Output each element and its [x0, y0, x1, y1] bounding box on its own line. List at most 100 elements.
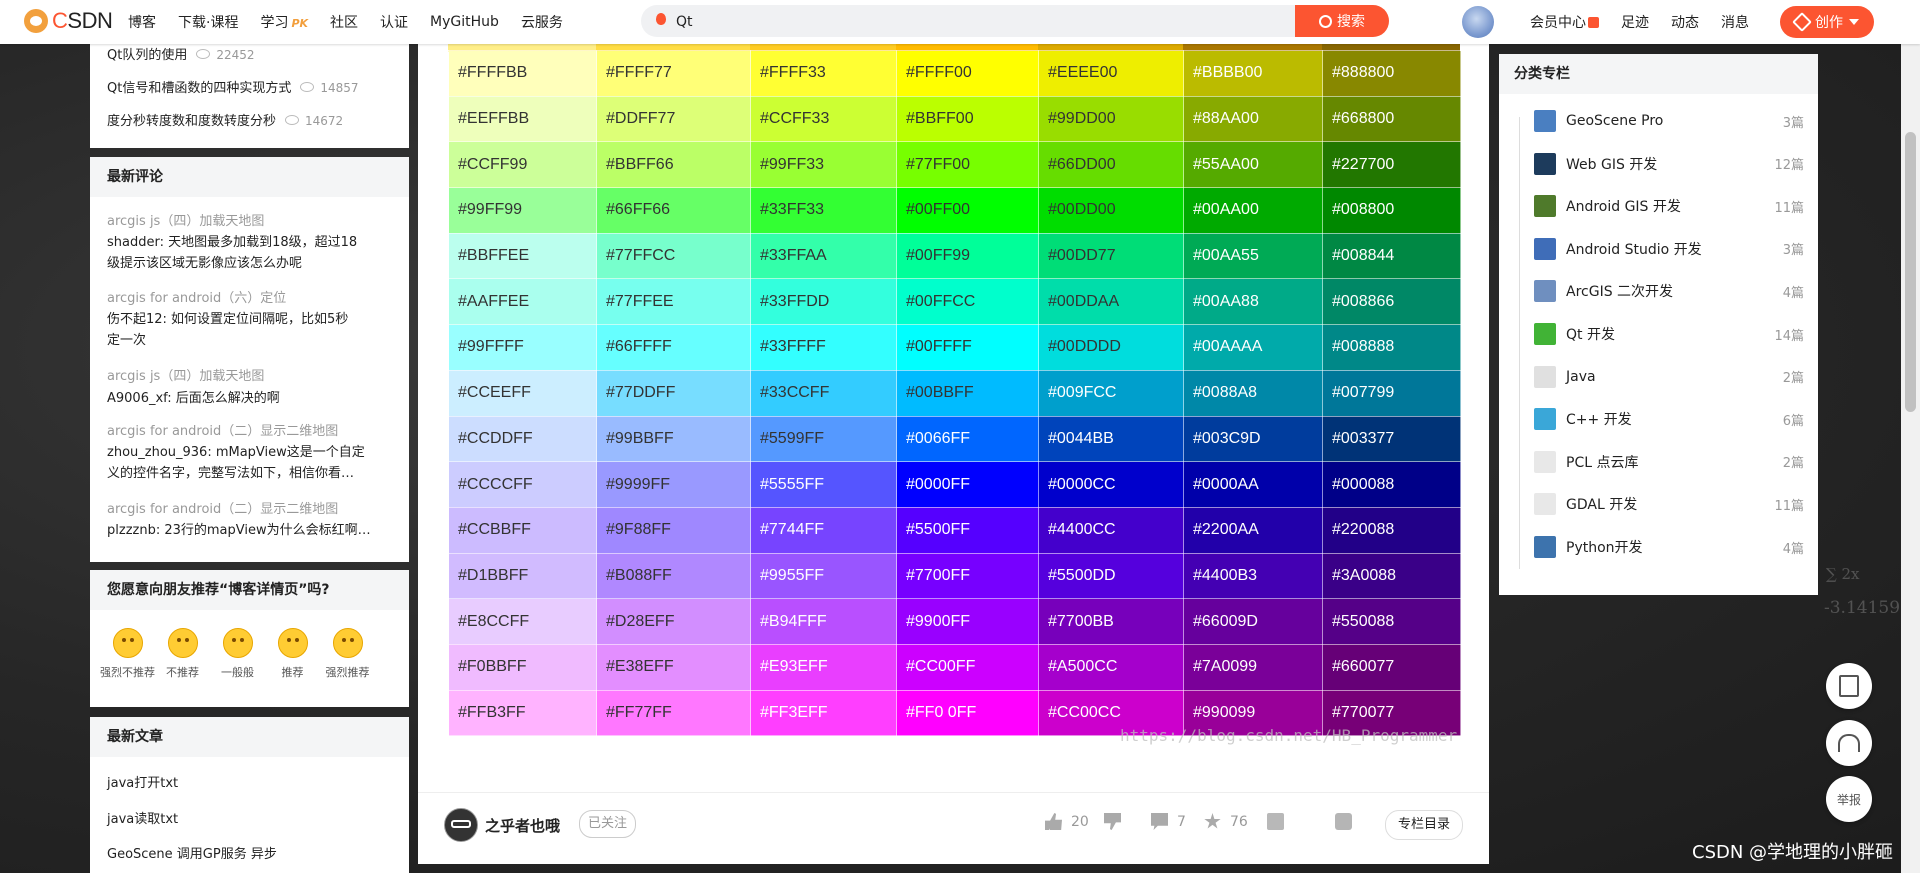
column-name: Android GIS 开发	[1566, 199, 1681, 216]
nav-download-course[interactable]: 下载·课程	[178, 12, 238, 32]
star-icon	[1204, 813, 1221, 829]
nav-learn[interactable]: 学习 PK	[260, 12, 308, 32]
author-name[interactable]: 之乎者也哦	[485, 815, 560, 836]
comment-button[interactable]: 7	[1151, 813, 1186, 830]
comment-article-link[interactable]: arcgis js（四）加载天地图	[107, 365, 387, 384]
column-item[interactable]: Android Studio 开发 3篇	[1534, 234, 1804, 264]
author-avatar[interactable]	[444, 808, 478, 842]
option-not-recommend[interactable]: 不推荐	[155, 628, 210, 680]
article-content: #FFFFBB #FFFF77 #FFFF33 #FFFF00 #EEEE00 #BBBB…	[418, 44, 1489, 864]
scrollbar-thumb[interactable]	[1905, 132, 1916, 412]
search-button[interactable]: 搜索	[1295, 5, 1389, 37]
like-button[interactable]: 20	[1045, 813, 1089, 830]
smile-face-icon	[277, 628, 308, 658]
comment-article-link[interactable]: arcgis for android（二）显示二维地图	[107, 420, 387, 439]
option-neutral[interactable]: 一般般	[210, 628, 265, 680]
color-swatch-cell: #00AAAA	[1183, 324, 1323, 371]
nav-certification[interactable]: 认证	[380, 12, 408, 32]
column-thumbnail-icon	[1534, 152, 1556, 175]
color-swatch-cell: #5555FF	[750, 461, 897, 508]
color-swatch-cell: #00AA00	[1183, 187, 1323, 234]
user-avatar[interactable]	[1462, 6, 1494, 38]
color-row: #BBFFEE #77FFCC #33FFAA #00FF99 #00DD77 #00AA…	[448, 232, 1461, 280]
pk-badge: PK	[291, 17, 309, 30]
nav-footprint[interactable]: 足迹	[1621, 12, 1649, 32]
comment-article-link[interactable]: arcgis for android（六）定位	[107, 287, 387, 306]
share-button[interactable]	[1335, 813, 1352, 830]
color-swatch-cell: #7744FF	[750, 506, 897, 554]
column-catalog-button[interactable]: 专栏目录	[1385, 810, 1463, 840]
column-item[interactable]: Java 2篇	[1534, 362, 1804, 392]
column-article-count: 11篇	[1774, 498, 1804, 514]
column-name: Web GIS 开发	[1566, 156, 1658, 173]
option-strongly-recommend[interactable]: 强烈推荐	[320, 628, 375, 680]
color-swatch-cell: #3A0088	[1322, 552, 1461, 600]
color-swatch-cell: #33FFDD	[750, 278, 897, 326]
column-item[interactable]: GDAL 开发 11篇	[1534, 489, 1804, 519]
color-swatch-cell: #CCDDFF	[448, 415, 597, 463]
color-swatch-cell: #CCEEFF	[448, 369, 597, 417]
hot-article-item[interactable]: Qt队列的使用 22452	[107, 44, 255, 63]
page-scrollbar[interactable]	[1901, 44, 1920, 873]
nav-messages[interactable]: 消息	[1721, 12, 1749, 32]
hot-article-item[interactable]: Qt信号和槽函数的四种实现方式 14857	[107, 77, 359, 96]
color-swatch-cell: #33FF33	[750, 187, 897, 234]
column-thumbnail-icon	[1534, 323, 1556, 345]
color-swatch-cell: #FF77FF	[596, 689, 751, 737]
nav-community[interactable]: 社区	[330, 12, 358, 32]
column-item[interactable]: Web GIS 开发 12篇	[1534, 149, 1804, 179]
follow-button[interactable]: 已关注	[579, 810, 637, 838]
comment-text: A9006_xf: 后面怎么解决的啊	[107, 391, 280, 406]
color-swatch-cell: #227700	[1322, 141, 1461, 189]
color-swatch-cell: #EEEE00	[1038, 50, 1184, 97]
color-swatch-cell: #99DD00	[1038, 95, 1184, 143]
comment-article-link[interactable]: arcgis for android（二）显示二维地图	[107, 498, 387, 517]
column-item[interactable]: C++ 开发 6篇	[1534, 404, 1804, 434]
column-name: GeoScene Pro	[1566, 113, 1664, 129]
hot-article-item[interactable]: 度分秒转度数和度数转度分秒 14672	[107, 110, 343, 129]
column-thumbnail-icon	[1534, 280, 1556, 303]
column-item[interactable]: GeoScene Pro 3篇	[1534, 106, 1804, 136]
favorite-button[interactable]: 76	[1204, 813, 1248, 830]
create-label: 创作	[1815, 15, 1843, 31]
color-swatch-cell: #FFB3FF	[448, 689, 597, 737]
latest-article-link[interactable]: GeoScene 调用GP服务 异步	[107, 843, 277, 862]
nav-cloud-service[interactable]: 云服务	[521, 12, 563, 32]
nav-vip-center[interactable]: 会员中心	[1530, 12, 1599, 32]
laugh-face-icon	[332, 628, 363, 658]
search-button-label: 搜索	[1337, 14, 1365, 30]
latest-article-link[interactable]: java打开txt	[107, 772, 178, 791]
color-swatch-cell: #DDFF77	[596, 95, 751, 143]
color-swatch-cell: #00AA55	[1183, 232, 1323, 280]
nav-activity[interactable]: 动态	[1671, 12, 1699, 32]
column-item[interactable]: PCL 点云库 2篇	[1534, 447, 1804, 477]
color-swatch-cell: #5599FF	[750, 415, 897, 463]
color-swatch-cell: #BBFFEE	[448, 232, 597, 280]
column-item[interactable]: ArcGIS 二次开发 4篇	[1534, 276, 1804, 306]
customer-service-button[interactable]	[1826, 720, 1872, 766]
nav-mygithub[interactable]: MyGitHub	[430, 14, 499, 30]
color-swatch-cell: #99FFFF	[448, 324, 597, 371]
csdn-logo[interactable]: CSDN	[24, 8, 113, 34]
comment-text: zhou_zhou_936: mMapView这是一个自定	[107, 445, 365, 460]
report-button[interactable]: 举报	[1826, 776, 1872, 822]
color-swatch-cell: #B088FF	[596, 552, 751, 600]
option-strongly-not-recommend[interactable]: 强烈不推荐	[100, 628, 155, 680]
write-note-button[interactable]	[1826, 663, 1872, 709]
column-item[interactable]: Python开发 4篇	[1534, 532, 1804, 562]
create-button[interactable]: 创作	[1780, 6, 1874, 38]
reward-button[interactable]	[1267, 813, 1284, 830]
column-item[interactable]: Qt 开发 14篇	[1534, 319, 1804, 349]
latest-article-link[interactable]: java读取txt	[107, 808, 178, 827]
color-swatch-cell: #4400CC	[1038, 506, 1184, 554]
color-swatch-cell: #B94FFF	[750, 598, 897, 645]
color-row: #F0BBFF #E38EFF #E93EFF #CC00FF #A500CC #7A00…	[448, 643, 1461, 691]
comment-article-link[interactable]: arcgis js（四）加载天地图	[107, 210, 387, 229]
option-recommend[interactable]: 推荐	[265, 628, 320, 680]
dislike-button[interactable]	[1104, 813, 1121, 830]
column-item[interactable]: Android GIS 开发 11篇	[1534, 191, 1804, 221]
search-input[interactable]	[674, 9, 1328, 35]
column-article-count: 3篇	[1782, 243, 1804, 259]
column-name: C++ 开发	[1566, 412, 1632, 429]
nav-blog[interactable]: 博客	[128, 12, 156, 32]
